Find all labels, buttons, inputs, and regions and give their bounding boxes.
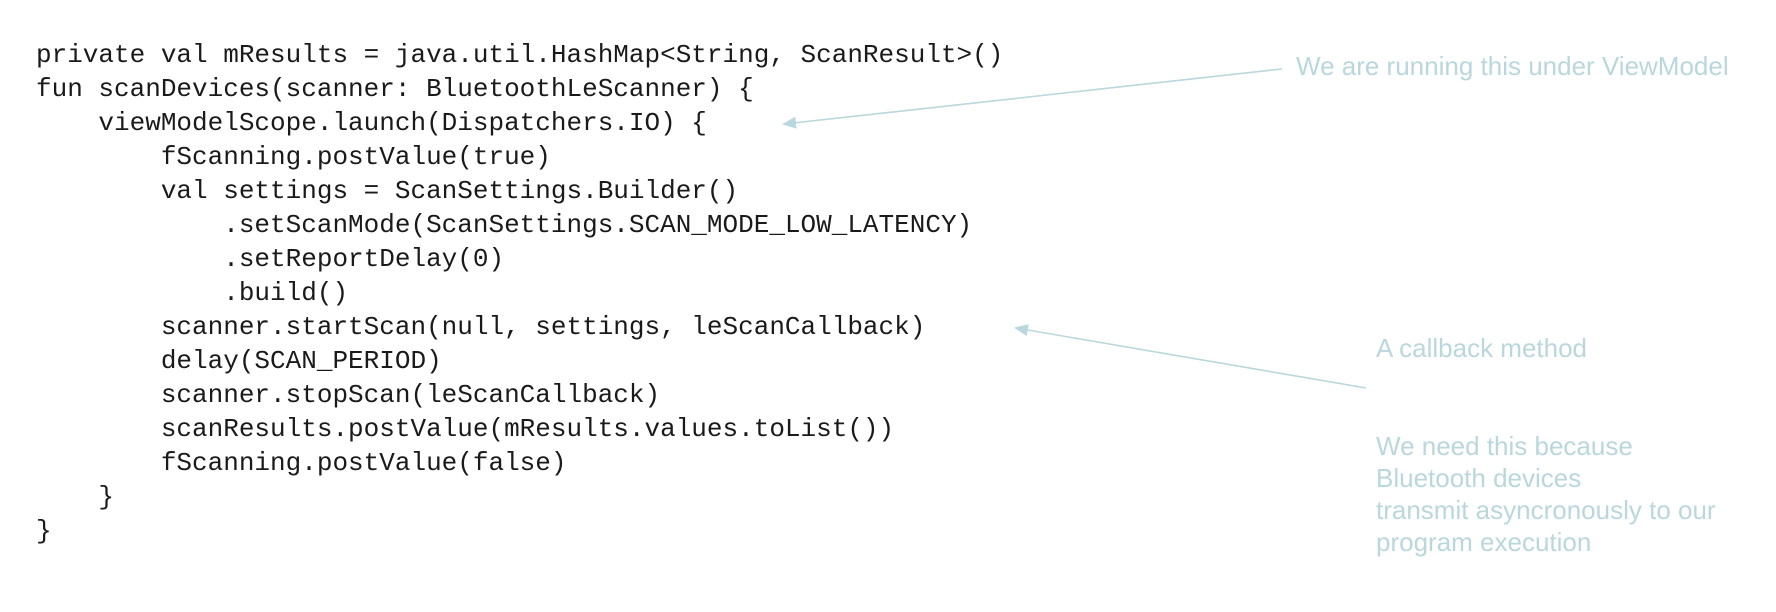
code-line-4: fScanning.postValue(true) (36, 142, 551, 172)
code-block: private val mResults = java.util.HashMap… (36, 38, 1003, 548)
code-line-14: } (36, 482, 115, 512)
code-line-10: delay(SCAN_PERIOD) (36, 346, 442, 376)
code-slide: private val mResults = java.util.HashMap… (0, 0, 1776, 612)
code-line-7: .setReportDelay(0) (36, 244, 505, 274)
code-line-8: .build() (36, 278, 349, 308)
code-line-2: fun scanDevices(scanner: BluetoothLeScan… (36, 74, 754, 104)
code-line-1: private val mResults = java.util.HashMap… (36, 40, 1004, 70)
code-line-15: } (36, 516, 52, 546)
annotation-async: We need this because Bluetooth devices t… (1376, 431, 1716, 557)
code-line-5: val settings = ScanSettings.Builder() (36, 176, 739, 206)
code-line-12: scanResults.postValue(mResults.values.to… (36, 414, 895, 444)
code-line-11: scanner.stopScan(leScanCallback) (36, 380, 661, 410)
annotation-callback: A callback method (1376, 333, 1588, 363)
code-line-3: viewModelScope.launch(Dispatchers.IO) { (36, 108, 707, 138)
arrow-callback (1014, 324, 1367, 389)
code-line-6: .setScanMode(ScanSettings.SCAN_MODE_LOW_… (36, 210, 973, 240)
code-line-13: fScanning.postValue(false) (36, 448, 567, 478)
code-line-9: scanner.startScan(null, settings, leScan… (36, 312, 926, 342)
annotation-viewmodel: We are running this under ViewModel (1296, 51, 1729, 81)
